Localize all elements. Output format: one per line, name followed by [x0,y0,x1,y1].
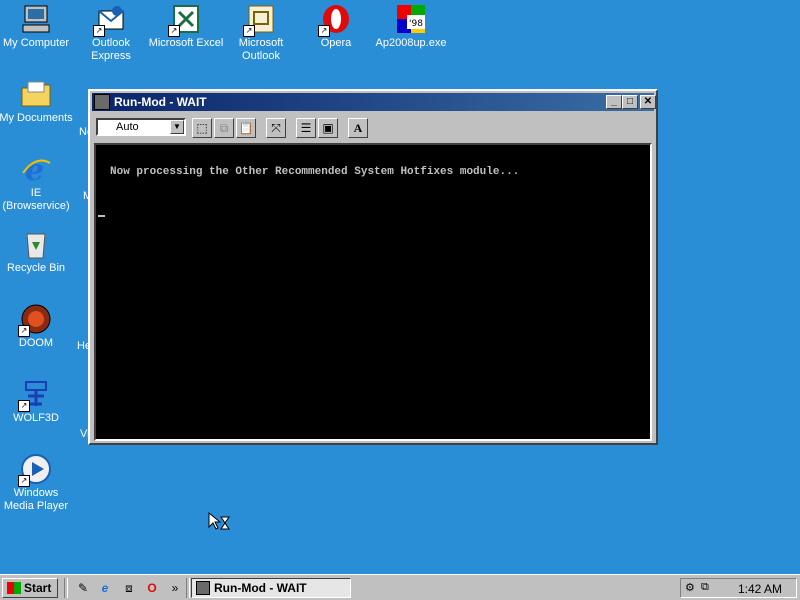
properties-button[interactable]: ☰ [296,118,316,138]
minimize-button[interactable]: _ [606,95,622,109]
system-tray: ⚙ ⧉ 1:42 AM [680,578,797,598]
windows-logo-icon [7,582,21,594]
desktop-icon-ie[interactable]: e IE (Browservice) [0,153,74,213]
desktop-icon-outlook-express[interactable]: ↗ Outlook Express [73,3,149,63]
recycle-bin-icon [20,228,52,260]
windows98-setup-icon: '98 [395,3,427,35]
desktop-icon-ap2008up[interactable]: '98 Ap2008up.exe [373,3,449,50]
properties-icon: ☰ [300,121,312,135]
taskbar-button-runmod[interactable]: Run-Mod - WAIT [191,578,351,598]
opera-icon: ↗ [318,3,352,37]
desktop-icon-label: Microsoft Excel [148,37,224,49]
desktop-icon-label: Opera [320,37,352,49]
msdos-app-icon [94,94,110,110]
font-icon: A [353,121,363,135]
taskbar-divider [186,578,190,598]
runmod-window[interactable]: Run-Mod - WAIT _ □ ✕ Auto ▼ ⬚ ⧉ 📋 ⤧ ☰ ▣ … [88,89,658,445]
desktop-icon-label: DOOM [18,337,54,349]
desktop-icon-my-computer[interactable]: My Computer [0,3,74,50]
computer-icon [20,3,52,35]
desktop-icon-label: IE (Browservice) [2,187,70,212]
msdos-app-icon [196,581,210,595]
window-titlebar[interactable]: Run-Mod - WAIT _ □ ✕ [92,93,656,111]
shortcut-arrow-icon: ↗ [318,25,330,37]
desktop-icon-label: My Documents [0,112,73,124]
taskbar: Start ✎ e ⧈ O » Run-Mod - WAIT ⚙ ⧉ 1:42 … [0,574,800,600]
background-icon: ▣ [322,121,334,135]
desktop-icon-label: Ap2008up.exe [375,37,447,49]
desktop-icon-label: Microsoft Outlook [238,37,284,62]
console-line: Now processing the Other Recommended Sys… [110,166,520,178]
internet-explorer-icon: e [20,153,52,188]
doom-icon: ↗ [18,303,52,337]
copy-button[interactable]: ⧉ [214,118,234,138]
shortcut-arrow-icon: ↗ [168,25,180,37]
background-button[interactable]: ▣ [318,118,338,138]
media-player-icon: ↗ [18,453,52,487]
internet-explorer-icon[interactable]: e [96,579,114,597]
outlook-express-icon: ↗ [93,3,127,37]
folder-icon [20,78,52,110]
clock[interactable]: 1:42 AM [738,582,782,596]
start-button[interactable]: Start [2,578,58,598]
paste-button[interactable]: 📋 [236,118,256,138]
text-cursor [98,215,105,217]
svg-text:'98: '98 [409,19,423,29]
shortcut-arrow-icon: ↗ [243,25,255,37]
desktop-icon-outlook[interactable]: ↗ Microsoft Outlook [223,3,299,63]
desktop-icon-label: Outlook Express [91,37,131,62]
desktop-icon-excel[interactable]: ↗ Microsoft Excel [148,3,224,50]
start-label: Start [24,581,52,595]
desktop-icon-label: Recycle Bin [6,262,66,274]
outlook-icon: ↗ [243,3,277,37]
tray-network-icon[interactable]: ⧉ [701,581,715,595]
shortcut-arrow-icon: ↗ [18,475,30,487]
fullscreen-button[interactable]: ⤧ [266,118,286,138]
desktop-icon-opera[interactable]: ↗ Opera [298,3,374,50]
tray-app-icon[interactable]: ⚙ [685,581,699,595]
opera-icon[interactable]: O [143,579,161,597]
desktop-icon-recycle-bin[interactable]: Recycle Bin [0,228,74,275]
desktop-icon-my-documents[interactable]: My Documents [0,78,74,125]
mark-button[interactable]: ⬚ [192,118,212,138]
desktop-icon-label: WOLF3D [13,412,59,424]
shortcut-arrow-icon: ↗ [18,400,30,412]
desktop-icon-label: My Computer [2,37,70,49]
network-icon[interactable]: ⧈ [120,579,138,597]
console-output[interactable]: Now processing the Other Recommended Sys… [94,143,652,441]
mark-icon: ⬚ [196,121,208,135]
copy-icon: ⧉ [219,121,229,135]
desktop-icon-doom[interactable]: ↗ DOOM [0,303,74,350]
fullscreen-icon: ⤧ [271,121,281,135]
wolf3d-icon: ↗ [18,378,52,412]
quicklaunch-divider [64,578,68,598]
window-title: Run-Mod - WAIT [114,95,207,109]
svg-text:e: e [25,153,44,185]
chevron-down-icon[interactable]: ▼ [170,120,184,134]
excel-icon: ↗ [168,3,202,37]
quicklaunch-more-button[interactable]: » [166,579,184,597]
busy-cursor-icon [208,511,232,535]
show-desktop-icon[interactable]: ✎ [74,579,92,597]
shortcut-arrow-icon: ↗ [93,25,105,37]
console-toolbar: Auto ▼ ⬚ ⧉ 📋 ⤧ ☰ ▣ A [94,115,652,139]
clipboard-icon: 📋 [238,121,254,135]
close-button[interactable]: ✕ [640,95,656,109]
font-size-select[interactable]: Auto ▼ [96,118,186,136]
desktop-icon-media-player[interactable]: ↗ Windows Media Player [0,453,74,513]
desktop-icon-label: Windows Media Player [3,487,69,512]
maximize-button[interactable]: □ [622,95,638,109]
taskbar-button-label: Run-Mod - WAIT [214,581,307,595]
font-size-value: Auto [116,121,139,133]
shortcut-arrow-icon: ↗ [18,325,30,337]
font-button[interactable]: A [348,118,368,138]
desktop-icon-wolf3d[interactable]: ↗ WOLF3D [0,378,74,425]
